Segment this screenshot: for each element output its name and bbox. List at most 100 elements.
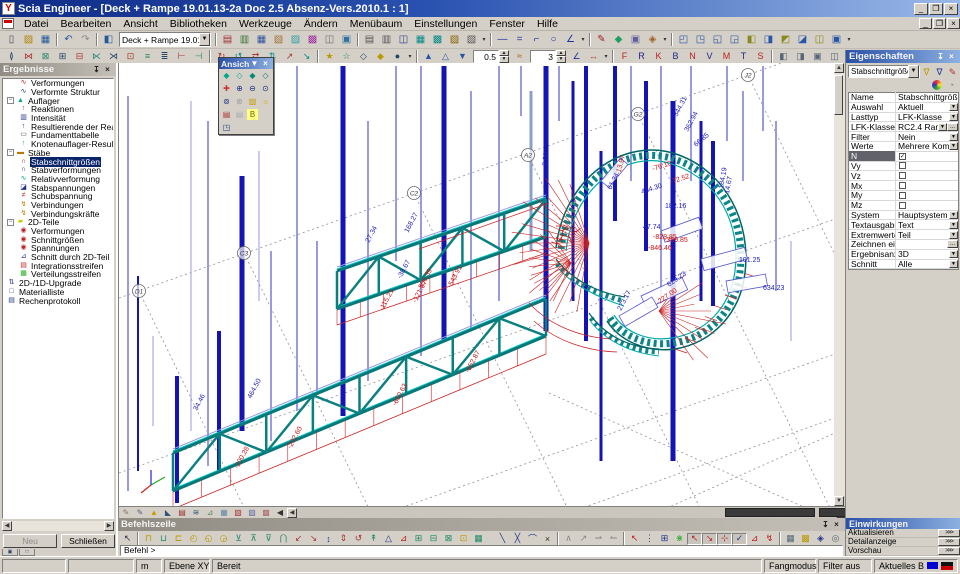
toolbar-icon[interactable]: ◇ <box>355 50 372 63</box>
viewport-strip-icon[interactable]: ▲ <box>147 507 161 518</box>
snap-mode-icon[interactable]: ⋇ <box>672 533 687 545</box>
toolbar-icon[interactable]: ▦ <box>253 32 270 47</box>
view-tool-icon[interactable]: ⊙ <box>259 82 272 95</box>
dropdown-icon[interactable]: ▼ <box>938 123 947 131</box>
command-icon[interactable]: ⊿ <box>396 533 411 545</box>
color-wheel-icon[interactable] <box>932 80 942 90</box>
toolbar-icon[interactable]: ◳ <box>692 32 709 47</box>
dropdown-icon[interactable]: ▼ <box>949 211 958 219</box>
toolbar-icon[interactable]: ⊣ <box>190 50 207 63</box>
view-tool-icon[interactable]: ◇ <box>259 69 272 82</box>
toolbar-icon[interactable]: ↷ <box>77 32 94 47</box>
toolbar-dropdown-icon[interactable]: ▾ <box>480 33 488 46</box>
toolbar-icon[interactable]: ☆ <box>338 50 355 63</box>
scroll-right-icon[interactable]: ▶ <box>104 521 114 531</box>
menu-fenster[interactable]: Fenster <box>483 17 531 31</box>
toolbar-icon[interactable]: ▨ <box>20 32 37 47</box>
mdi-restore-button[interactable]: ❐ <box>933 18 946 29</box>
property-value[interactable]: 3D▼ <box>896 249 958 259</box>
toolbar-icon[interactable]: ▨ <box>446 32 463 47</box>
menu-ansicht[interactable]: Ansicht <box>117 17 163 31</box>
snap-mode-icon[interactable]: ◈ <box>813 533 828 545</box>
toolbar-icon[interactable]: ▥ <box>236 32 253 47</box>
toolbar-icon[interactable]: ↗ <box>281 50 298 63</box>
toolbar-icon[interactable]: ▦ <box>37 32 54 47</box>
toolbar-icon[interactable]: ≣ <box>156 50 173 63</box>
viewport-strip-icon[interactable]: ▨ <box>245 507 259 518</box>
snap-mode-icon[interactable]: ╳ <box>510 533 525 545</box>
snap-mode-icon[interactable]: ↯ <box>762 533 777 545</box>
expand-collapse-icon[interactable]: − <box>7 97 14 104</box>
toolbar-icon[interactable]: N <box>684 50 701 63</box>
property-value[interactable] <box>896 172 958 179</box>
toolbar-icon[interactable]: F <box>616 50 633 63</box>
viewport-strip-icon[interactable]: ▦ <box>217 507 231 518</box>
close-icon[interactable]: × <box>260 59 271 69</box>
command-icon[interactable]: ⇕ <box>336 533 351 545</box>
viewport-hscrollbar[interactable] <box>297 507 836 518</box>
schliessen-button[interactable]: Schließen <box>61 534 115 548</box>
title-bar[interactable]: Y Scia Engineer - [Deck + Rampe 19.01.13… <box>0 0 960 17</box>
toolbar-icon[interactable]: ⋈ <box>20 50 37 63</box>
view-tool-icon[interactable]: ⊖ <box>246 82 259 95</box>
toolbar-icon[interactable]: ▩ <box>304 32 321 47</box>
tree-item-knotenauflager-resultierenc[interactable]: ↑Knotenauflager-Resultierenc <box>3 140 113 149</box>
toolbar-icon[interactable]: ▲ <box>420 50 437 63</box>
dropdown-icon[interactable]: ▼ <box>949 231 958 239</box>
command-icon[interactable]: ◵ <box>201 533 216 545</box>
aktualisieren-button[interactable]: >>> <box>938 529 960 537</box>
checkbox-unchecked-icon[interactable] <box>899 162 906 169</box>
hscroll-thumb[interactable] <box>725 508 815 517</box>
toolbar-icon[interactable]: B <box>667 50 684 63</box>
view-tool-icon[interactable]: ☼ <box>259 95 272 108</box>
dropdown-icon[interactable]: ▼ <box>949 221 958 229</box>
property-value[interactable] <box>896 202 958 209</box>
snap-mode-icon[interactable]: ⌒ <box>525 533 540 545</box>
view-tool-icon[interactable]: ◆ <box>246 69 259 82</box>
pin-icon[interactable]: ↧ <box>91 65 102 75</box>
toolbar-icon[interactable]: ≡ <box>139 50 156 63</box>
snap-mode-icon[interactable]: ∧ <box>561 533 576 545</box>
property-value[interactable]: LFK-Klasse▼ <box>896 112 958 122</box>
more-options-icon[interactable]: ... <box>947 240 958 248</box>
viewport-strip-icon[interactable]: ≋ <box>189 507 203 518</box>
viewport-strip-icon[interactable]: ▩ <box>259 507 273 518</box>
scroll-left-icon[interactable]: ◀ <box>2 521 12 531</box>
toolbar-icon[interactable]: V <box>701 50 718 63</box>
command-icon[interactable]: ↕ <box>321 533 336 545</box>
command-icon[interactable]: ⊽ <box>261 533 276 545</box>
toolbar-icon[interactable]: ≈ <box>511 50 528 63</box>
toolbar-icon[interactable]: ▥ <box>378 32 395 47</box>
command-icon[interactable]: ↘ <box>306 533 321 545</box>
toolbar-icon[interactable]: ▣ <box>627 32 644 47</box>
toolbar-icon[interactable]: ▼ <box>454 50 471 63</box>
property-value[interactable]: Hauptsystem▼ <box>896 210 958 220</box>
dropdown-icon[interactable]: ▼ <box>949 250 958 258</box>
scale-large-spinner[interactable]: 3 ▲▼ <box>530 50 566 63</box>
toolbar-icon[interactable]: ★ <box>321 50 338 63</box>
menu-hilfe[interactable]: Hilfe <box>531 17 564 31</box>
panel-tab-results[interactable]: ▣ <box>2 549 18 556</box>
toolbar-icon[interactable]: ◧ <box>100 32 117 47</box>
snap-mode-icon[interactable]: ⇀ <box>591 533 606 545</box>
viewport-vscrollbar[interactable]: ▲ ▼ <box>834 63 845 506</box>
snap-mode-icon[interactable]: ▩ <box>798 533 813 545</box>
view-tool-icon[interactable]: ◇ <box>233 69 246 82</box>
snap-mode-icon[interactable]: ↗ <box>576 533 591 545</box>
view-tool-icon[interactable]: ⊛ <box>233 95 246 108</box>
viewport-strip-icon[interactable]: ▤ <box>175 507 189 518</box>
property-value[interactable]: Alle▼ <box>896 259 958 269</box>
view-tool-icon[interactable]: ◳ <box>220 121 233 134</box>
viewport-strip-icon[interactable]: ✎ <box>119 507 133 518</box>
toolbar-icon[interactable]: ▦ <box>412 32 429 47</box>
toolbar-icon[interactable]: ◆ <box>610 32 627 47</box>
toolbar-icon[interactable]: ▣ <box>828 32 845 47</box>
command-icon[interactable]: ↺ <box>351 533 366 545</box>
view-tool-icon[interactable]: ▤ <box>233 108 246 121</box>
scroll-up-icon[interactable]: ▲ <box>834 63 844 73</box>
close-icon[interactable]: × <box>946 52 957 62</box>
toolbar-icon[interactable]: ⊞ <box>54 50 71 63</box>
toolbar-icon[interactable]: ◰ <box>675 32 692 47</box>
view-tool-icon[interactable]: ✚ <box>220 82 233 95</box>
toolbar-dropdown-icon[interactable]: ▾ <box>661 33 669 46</box>
